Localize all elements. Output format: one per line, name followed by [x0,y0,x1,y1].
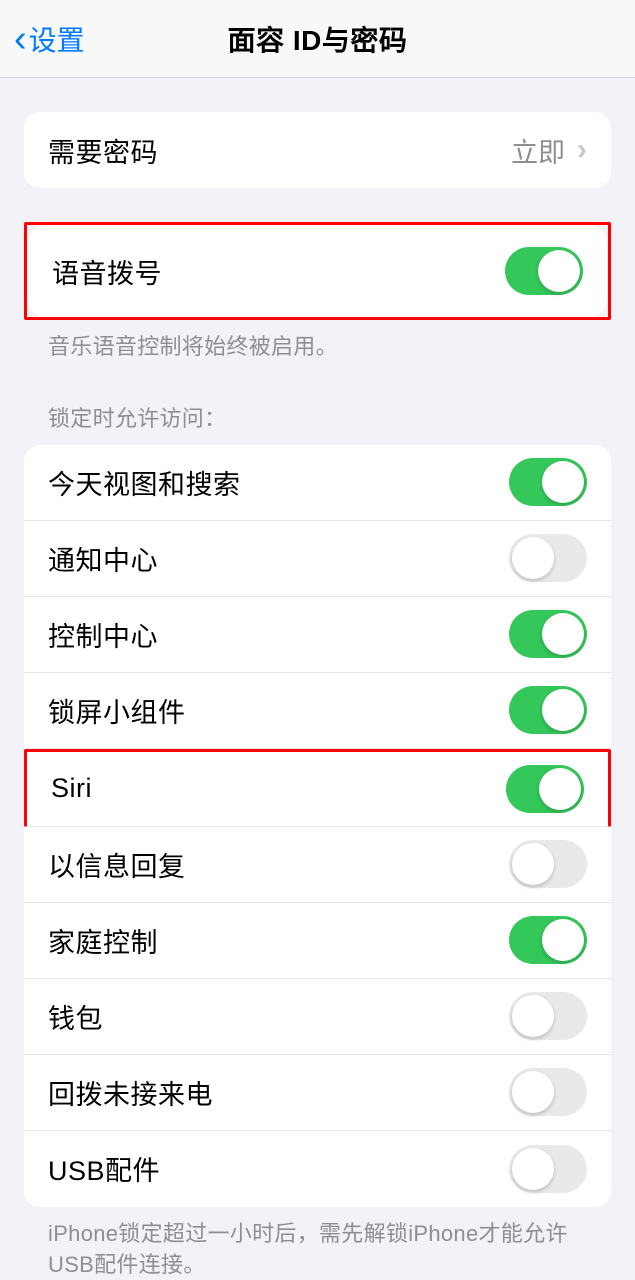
usb-accessories-row: USB配件 [24,1131,611,1207]
home-control-label: 家庭控制 [48,921,158,960]
notification-center-row: 通知中心 [24,521,611,597]
return-missed-calls-row: 回拨未接来电 [24,1055,611,1131]
voice-dial-group: 语音拨号 [28,226,607,316]
voice-dial-label: 语音拨号 [52,252,162,291]
require-passcode-label: 需要密码 [48,131,158,170]
wallet-toggle[interactable] [509,992,587,1040]
reply-message-toggle[interactable] [509,840,587,888]
require-passcode-group: 需要密码 立即 › [24,112,611,188]
toggle-knob [538,250,580,292]
chevron-left-icon: ‹ [14,20,27,58]
today-view-row: 今天视图和搜索 [24,445,611,521]
require-passcode-row[interactable]: 需要密码 立即 › [24,112,611,188]
control-center-row: 控制中心 [24,597,611,673]
allow-access-group: 今天视图和搜索 通知中心 控制中心 锁屏小组件 Siri 以信息回复 家庭控制 [24,445,611,1207]
control-center-label: 控制中心 [48,615,158,654]
allow-access-header: 锁定时允许访问： [24,363,611,445]
wallet-row: 钱包 [24,979,611,1055]
return-missed-calls-toggle[interactable] [509,1068,587,1116]
usb-accessories-label: USB配件 [48,1149,160,1188]
notification-center-label: 通知中心 [48,539,158,578]
usb-accessories-toggle[interactable] [509,1145,587,1193]
reply-message-row: 以信息回复 [24,827,611,903]
return-missed-calls-label: 回拨未接来电 [48,1073,213,1112]
siri-row: Siri [24,749,611,827]
home-control-toggle[interactable] [509,916,587,964]
voice-dial-footer: 音乐语音控制将始终被启用。 [24,320,611,363]
lock-screen-widgets-label: 锁屏小组件 [48,691,186,730]
page-title: 面容 ID与密码 [228,19,408,59]
siri-label: Siri [51,773,92,804]
back-label: 设置 [29,19,85,59]
today-view-label: 今天视图和搜索 [48,463,241,502]
lock-screen-widgets-toggle[interactable] [509,686,587,734]
voice-dial-toggle[interactable] [505,247,583,295]
nav-bar: ‹ 设置 面容 ID与密码 [0,0,635,78]
back-button[interactable]: ‹ 设置 [14,19,85,59]
usb-footer: iPhone锁定超过一小时后，需先解锁iPhone才能允许USB配件连接。 [24,1207,611,1280]
today-view-toggle[interactable] [509,458,587,506]
siri-toggle[interactable] [506,765,584,813]
highlight-voice-dial: 语音拨号 [24,222,611,320]
wallet-label: 钱包 [48,997,103,1036]
require-passcode-value: 立即 › [511,131,587,170]
control-center-toggle[interactable] [509,610,587,658]
lock-screen-widgets-row: 锁屏小组件 [24,673,611,749]
voice-dial-row: 语音拨号 [28,226,607,316]
notification-center-toggle[interactable] [509,534,587,582]
home-control-row: 家庭控制 [24,903,611,979]
chevron-right-icon: › [577,133,587,167]
reply-message-label: 以信息回复 [48,845,186,884]
